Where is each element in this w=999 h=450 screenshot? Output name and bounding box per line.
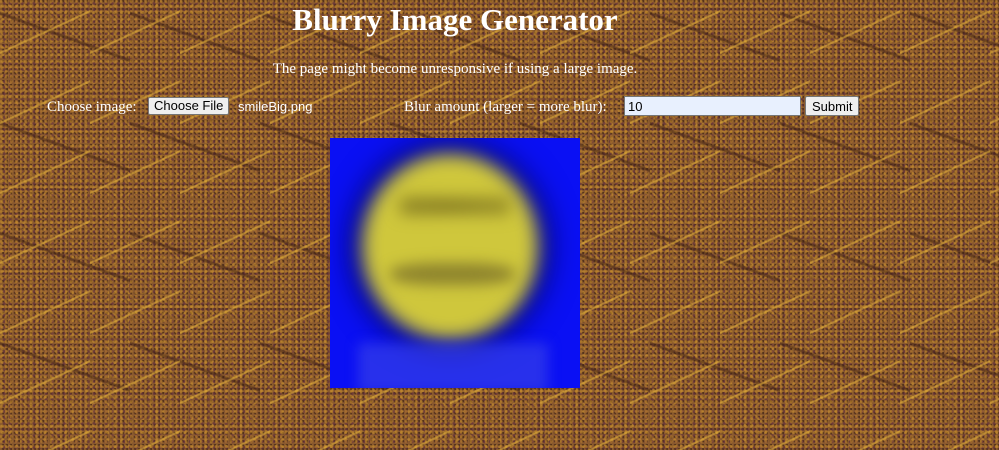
blurred-smiley-face [362, 154, 538, 339]
blurred-smiley-eyes [400, 193, 510, 219]
blurred-smiley-mouth [390, 263, 515, 285]
blur-amount-label: Blur amount (larger = more blur): [404, 99, 607, 115]
blurred-bottom-band [358, 343, 548, 388]
blurred-image-output [330, 138, 580, 388]
page-title: Blurry Image Generator [292, 2, 618, 37]
blur-amount-input[interactable] [624, 96, 801, 116]
selected-file-name: smileBig.png [238, 99, 313, 114]
warning-text: The page might become unresponsive if us… [272, 61, 638, 77]
submit-button[interactable]: Submit [805, 96, 860, 116]
choose-file-button[interactable]: Choose File [148, 97, 230, 115]
controls-row: Choose image: Choose File smileBig.png B… [47, 96, 947, 118]
choose-image-label: Choose image: [47, 99, 137, 115]
